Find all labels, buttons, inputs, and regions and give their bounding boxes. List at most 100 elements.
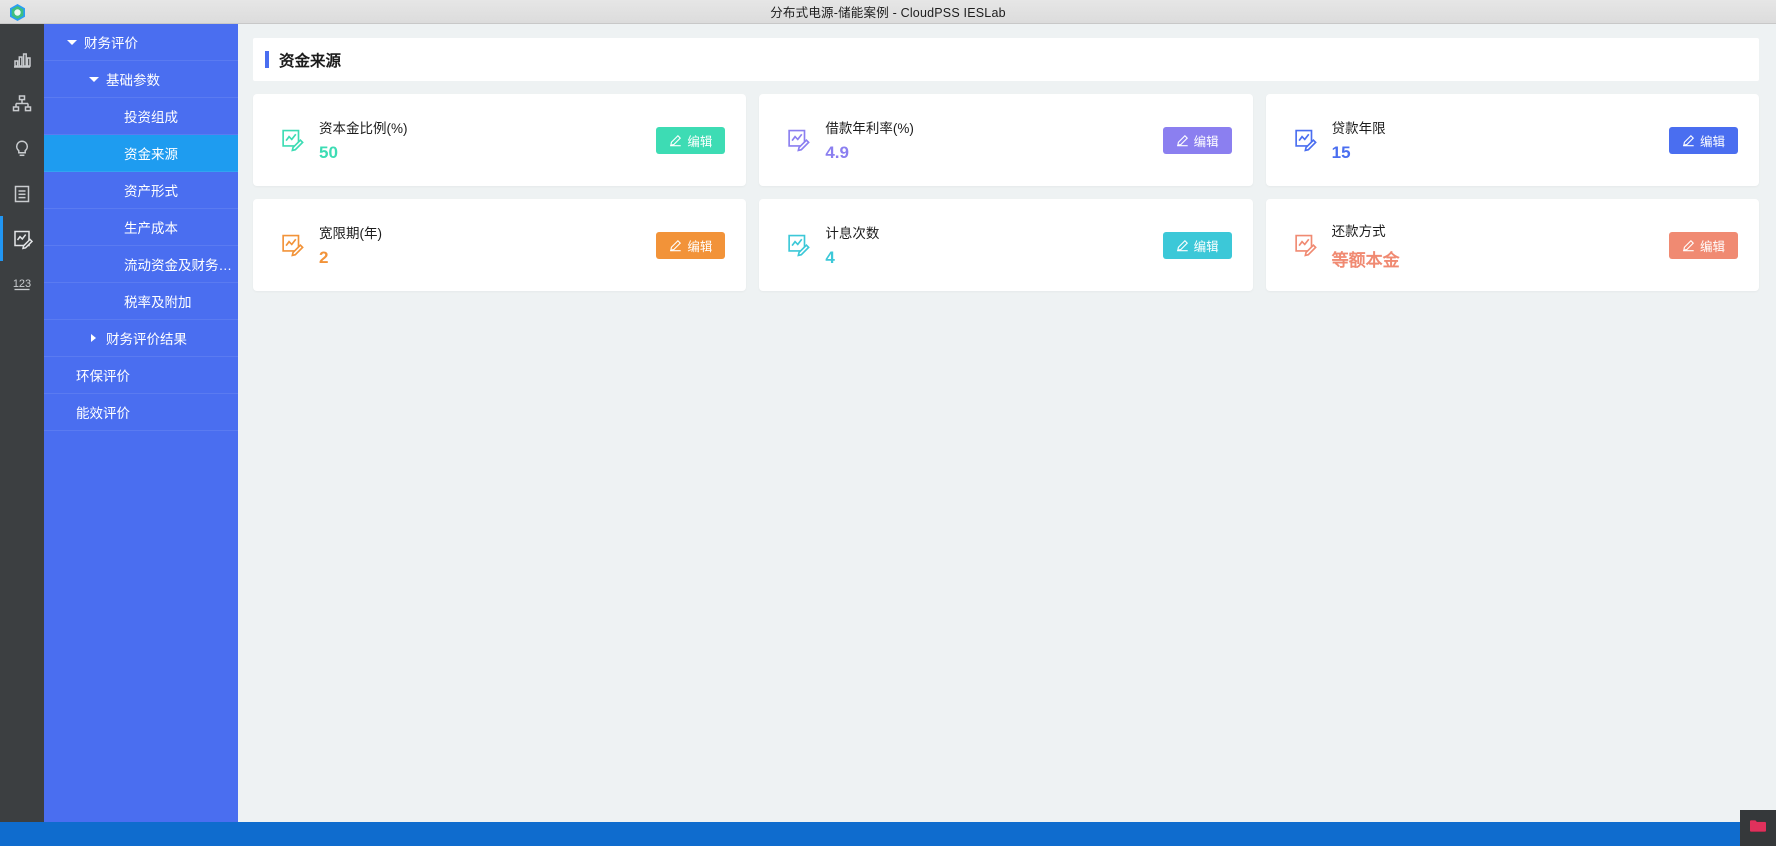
card-texts: 计息次数 4: [825, 222, 1162, 268]
sidebar-item-0[interactable]: 财务评价: [44, 24, 238, 61]
lightbulb-icon: [11, 138, 33, 160]
sidebar-item-8[interactable]: 财务评价结果: [44, 320, 238, 357]
sidebar-item-7[interactable]: 税率及附加: [44, 283, 238, 320]
edit-button-label: 编辑: [1699, 134, 1725, 149]
main-content: 资金来源 资本金比例(%) 50 编辑 借款年利率(%) 4.9 编辑 贷款年限 15 编辑 宽限…: [238, 24, 1776, 822]
cloudpss-logo-icon: [8, 3, 27, 22]
card-texts: 资本金比例(%) 50: [319, 117, 656, 163]
sidebar-item-label: 税率及附加: [124, 295, 192, 310]
sidebar-item-9[interactable]: 环保评价: [44, 357, 238, 394]
card-value: 15: [1331, 143, 1351, 162]
numbers-123-icon: 123: [11, 273, 33, 295]
edit-button[interactable]: 编辑: [1669, 231, 1738, 259]
edit-chart-icon: [279, 232, 305, 258]
parameter-card: 宽限期(年) 2 编辑: [253, 199, 747, 291]
pencil-icon: [1682, 134, 1695, 147]
sidebar-item-10[interactable]: 能效评价: [44, 394, 238, 431]
card-texts: 还款方式 等额本金: [1332, 220, 1669, 271]
parameter-card: 计息次数 4 编辑: [759, 199, 1253, 291]
card-label: 贷款年限: [1331, 121, 1386, 136]
parameter-card: 贷款年限 15 编辑: [1265, 94, 1759, 186]
caret-placeholder: [106, 259, 117, 270]
folder-icon[interactable]: [1749, 818, 1767, 838]
sidebar-item-2[interactable]: 投资组成: [44, 98, 238, 135]
sidebar-item-label: 生产成本: [124, 221, 178, 236]
svg-text:123: 123: [13, 278, 31, 290]
card-label: 宽限期(年): [319, 226, 382, 241]
chevron-right-icon[interactable]: [88, 333, 99, 344]
pencil-icon: [669, 239, 682, 252]
card-texts: 宽限期(年) 2: [319, 222, 656, 268]
card-label: 资本金比例(%): [319, 121, 408, 136]
page-title: 资金来源: [279, 52, 342, 70]
sidebar-item-label: 财务评价结果: [106, 332, 187, 347]
caret-placeholder: [106, 222, 117, 233]
sidebar-item-label: 流动资金及财务…: [124, 258, 232, 273]
parameter-card: 还款方式 等额本金 编辑: [1265, 199, 1759, 291]
sidebar-item-label: 资产形式: [124, 184, 178, 199]
window-title: 分布式电源-储能案例 - CloudPSS IESLab: [770, 6, 1006, 20]
edit-button-label: 编辑: [1193, 239, 1219, 254]
rail-item-document[interactable]: [0, 171, 44, 216]
rail-item-edit-chart[interactable]: [0, 216, 44, 261]
sidebar-nav: 财务评价基础参数投资组成 资金来源资产形式生产成本流动资金及财务… 税率及附加财务评…: [44, 24, 238, 822]
card-value: 4.9: [825, 143, 849, 162]
document-lines-icon: [11, 183, 33, 205]
sidebar-item-4[interactable]: 资产形式: [44, 172, 238, 209]
rail-item-numbers[interactable]: 123: [0, 261, 44, 306]
card-value: 等额本金: [1331, 250, 1400, 270]
edit-chart-icon: [1292, 232, 1318, 258]
rail-item-lightbulb[interactable]: [0, 126, 44, 171]
panel-accent-bar: [265, 51, 269, 68]
pencil-icon: [1682, 239, 1695, 252]
card-value: 50: [319, 143, 338, 162]
edit-button-label: 编辑: [687, 134, 713, 149]
parameter-card: 借款年利率(%) 4.9 编辑: [759, 94, 1253, 186]
caret-placeholder: [58, 370, 69, 381]
sidebar-item-label: 环保评价: [76, 369, 130, 384]
edit-button[interactable]: 编辑: [1162, 231, 1232, 259]
edit-button[interactable]: 编辑: [656, 231, 726, 259]
edit-button-label: 编辑: [1193, 134, 1219, 149]
pencil-icon: [669, 134, 682, 147]
edit-chart-icon: [785, 127, 811, 153]
card-label: 还款方式: [1331, 223, 1386, 239]
edit-chart-icon: [785, 232, 811, 258]
pencil-icon: [1176, 239, 1189, 252]
chevron-down-icon[interactable]: [66, 37, 77, 48]
caret-placeholder: [58, 407, 69, 418]
icon-rail: 123: [0, 24, 44, 822]
os-taskbar[interactable]: [0, 822, 1776, 846]
card-value: 2: [319, 248, 329, 267]
tray-panel[interactable]: [1740, 810, 1776, 846]
caret-placeholder: [106, 185, 117, 196]
sidebar-item-label: 基础参数: [106, 73, 160, 88]
card-label: 借款年利率(%): [825, 121, 914, 136]
sidebar-item-label: 能效评价: [76, 406, 130, 421]
rail-item-org-tree[interactable]: [0, 81, 44, 126]
edit-chart-icon: [279, 127, 305, 153]
edit-button[interactable]: 编辑: [1162, 126, 1232, 154]
rail-item-bar-chart[interactable]: [0, 36, 44, 81]
bar-chart-icon: [11, 48, 33, 70]
panel-header: 资金来源: [253, 38, 1759, 81]
sidebar-item-3[interactable]: 资金来源: [44, 135, 238, 172]
sidebar-item-1[interactable]: 基础参数: [44, 61, 238, 98]
card-texts: 借款年利率(%) 4.9: [825, 117, 1162, 163]
edit-button[interactable]: 编辑: [656, 126, 726, 154]
pencil-icon: [1176, 134, 1189, 147]
card-value: 4: [825, 248, 835, 267]
edit-chart-icon: [1292, 127, 1318, 153]
parameter-card: 资本金比例(%) 50 编辑: [253, 94, 747, 186]
card-label: 计息次数: [825, 226, 880, 241]
sidebar-item-6[interactable]: 流动资金及财务…: [44, 246, 238, 283]
edit-chart-icon: [11, 228, 33, 250]
sidebar-item-5[interactable]: 生产成本: [44, 209, 238, 246]
window-titlebar: 分布式电源-储能案例 - CloudPSS IESLab: [0, 0, 1776, 24]
edit-button[interactable]: 编辑: [1669, 126, 1738, 154]
chevron-down-icon[interactable]: [88, 74, 99, 85]
application-body: 123 财务评价 基础参数 投资组成 资金来源 资产形式 生产成本 流动资金及财务… 税率及附…: [0, 24, 1776, 822]
caret-placeholder: [106, 148, 117, 159]
card-texts: 贷款年限 15: [1332, 117, 1669, 163]
caret-placeholder: [106, 296, 117, 307]
